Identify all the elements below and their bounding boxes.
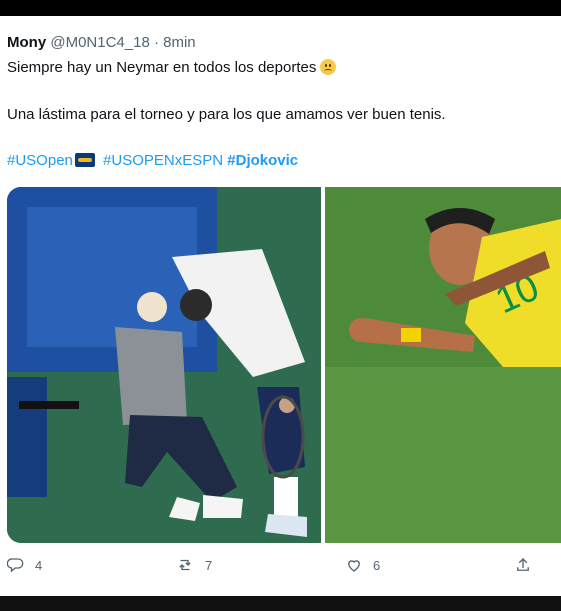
share-button[interactable] [514, 556, 532, 574]
hashtag-djokovic[interactable]: #Djokovic [227, 152, 298, 169]
hashtag-line: #USOpen #USOPENxESPN #Djokovic [7, 152, 298, 169]
tweet-text-line-1: Siempre hay un Neymar en todos los depor… [7, 59, 337, 76]
retweet-count: 7 [205, 557, 213, 573]
share-icon [514, 556, 532, 574]
tweet-text-1: Siempre hay un Neymar en todos los depor… [7, 59, 317, 76]
reply-button[interactable]: 4 [7, 556, 42, 574]
tweet-timestamp[interactable]: 8min [163, 34, 196, 51]
like-count: 6 [373, 557, 381, 573]
frowning-face-emoji-icon [320, 59, 337, 75]
author-handle[interactable]: @M0N1C4_18 [50, 34, 149, 51]
tweet-actions: 4 7 6 [0, 556, 561, 580]
reply-count: 4 [35, 557, 43, 573]
separator-dot: · [153, 34, 159, 51]
tweet-card: Mony @M0N1C4_18 · 8min Siempre hay un Ne… [0, 16, 561, 596]
author-name[interactable]: Mony [7, 34, 46, 51]
reply-icon [7, 556, 25, 574]
like-button[interactable]: 6 [345, 556, 380, 574]
photo-football-player[interactable]: 10 [325, 187, 561, 543]
bottom-black-bar [0, 596, 561, 611]
tweet-media: 10 [7, 187, 561, 543]
usopen-flag-icon [74, 153, 95, 167]
tweet-text-line-2: Una lástima para el torneo y para los qu… [7, 106, 446, 123]
heart-icon [345, 556, 363, 574]
photo-tennis-court[interactable] [7, 187, 321, 543]
retweet-button[interactable]: 7 [175, 556, 212, 574]
hashtag-usopen[interactable]: #USOpen [7, 152, 73, 169]
tweet-header: Mony @M0N1C4_18 · 8min [7, 34, 196, 51]
hashtag-usopenxespn[interactable]: #USOPENxESPN [103, 152, 223, 169]
retweet-icon [175, 556, 195, 574]
